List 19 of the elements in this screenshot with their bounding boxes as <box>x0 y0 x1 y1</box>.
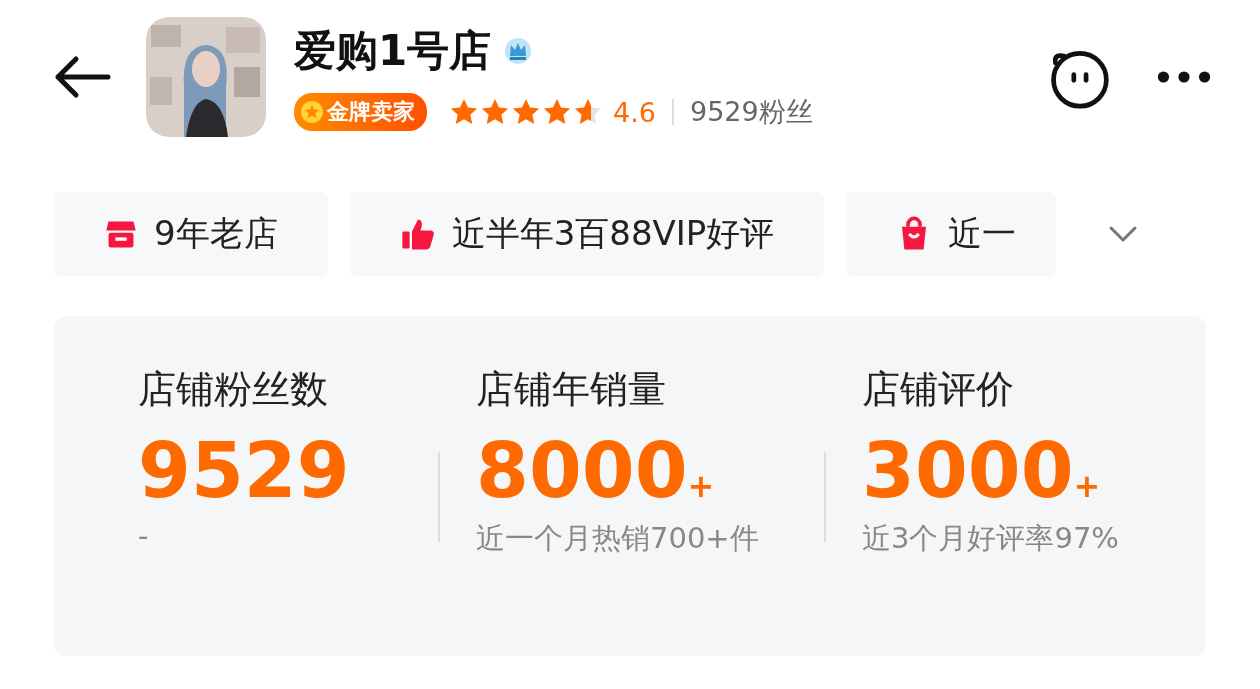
stat-note: - <box>138 518 150 553</box>
stat-title: 店铺年销量 <box>476 366 667 413</box>
more-icon[interactable] <box>1156 69 1212 85</box>
stat-value: 9529 <box>138 429 351 513</box>
tag-chip[interactable]: 9年老店 <box>54 192 328 276</box>
tag-chip[interactable]: 近半年3百88VIP好评 <box>349 192 825 276</box>
stat-title: 店铺粉丝数 <box>138 366 329 413</box>
tag-chip[interactable]: 近一 <box>846 192 1057 276</box>
stat-note: 近一个月热销700+件 <box>476 519 760 557</box>
rating-value: 4.6 <box>613 96 656 128</box>
stat-value: 8000+ <box>476 429 716 513</box>
crown-icon <box>503 36 534 66</box>
chevron-down-icon[interactable] <box>1108 225 1139 243</box>
follower-count: 9529粉丝 <box>689 95 813 129</box>
seller-badge: 金牌卖家 <box>294 93 427 131</box>
stat-note: 近3个月好评率97% <box>862 519 1120 557</box>
stat-title: 店铺评价 <box>862 366 1015 413</box>
shop-name: 爱购1号店 <box>294 25 492 77</box>
stat-value: 3000+ <box>862 429 1102 513</box>
